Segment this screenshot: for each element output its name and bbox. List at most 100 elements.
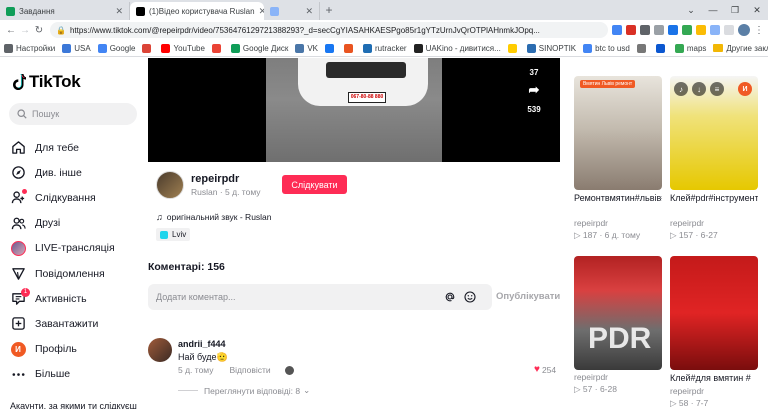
bookmark-item[interactable]: rutracker bbox=[363, 43, 407, 53]
bookmark-item[interactable]: btc to usd bbox=[583, 43, 630, 53]
commenter-avatar[interactable] bbox=[148, 338, 172, 362]
extension-icon[interactable] bbox=[626, 25, 636, 35]
publish-button[interactable]: Опублікувати bbox=[496, 291, 560, 302]
sidebar-item-profile[interactable]: И Профіль bbox=[10, 337, 115, 362]
sidebar-item-for-you[interactable]: Для тебе bbox=[10, 135, 115, 160]
video-player[interactable]: 067-80-88 880 37 ➦ 539 bbox=[148, 58, 560, 162]
follow-button[interactable]: Слідкувати bbox=[282, 175, 347, 194]
bookmark-star-icon[interactable] bbox=[654, 25, 664, 35]
sound-link[interactable]: ♫ оригінальний звук - Ruslan bbox=[156, 212, 272, 222]
live-avatar-icon bbox=[10, 240, 26, 256]
close-tab-icon[interactable]: ✕ bbox=[301, 6, 313, 17]
author-avatar[interactable] bbox=[156, 171, 184, 199]
bookmark-item[interactable]: SINOPTIK bbox=[526, 43, 576, 53]
bookmark-item[interactable]: Google Диск bbox=[230, 43, 288, 53]
tab-search-icon[interactable]: ⌄ bbox=[680, 5, 702, 16]
comment-input[interactable] bbox=[156, 292, 436, 302]
kebab-menu-icon[interactable]: ⋮ bbox=[754, 25, 764, 36]
friends-icon bbox=[10, 215, 26, 231]
other-bookmarks[interactable]: Другие закладки bbox=[713, 44, 768, 53]
close-tab-icon[interactable]: ✕ bbox=[255, 6, 264, 17]
bookmark-item[interactable]: UAKino - дивитися... bbox=[413, 43, 501, 53]
share-arrow-icon[interactable]: ➦ bbox=[524, 82, 544, 98]
related-video-card[interactable]: ♪ ↓ ≡ И Клей#pdr#інструмент# repeirpdr ▷… bbox=[670, 76, 758, 241]
bookmark-item[interactable] bbox=[636, 43, 649, 53]
browser-tab[interactable]: Завдання ✕ bbox=[0, 2, 130, 20]
close-window-icon[interactable]: ✕ bbox=[746, 5, 768, 16]
browser-tab-active[interactable]: (1)Відео користувача Ruslan ✕ bbox=[130, 2, 264, 20]
sidebar-item-more[interactable]: Більше bbox=[10, 362, 115, 387]
url-field[interactable]: 🔒 https://www.tiktok.com/@repeirpdr/vide… bbox=[50, 22, 608, 38]
share-icon[interactable]: ≡ bbox=[710, 82, 724, 96]
video-thumbnail[interactable] bbox=[670, 256, 758, 370]
bookmark-item[interactable] bbox=[655, 43, 668, 53]
related-video-author[interactable]: repeirpdr bbox=[574, 218, 662, 228]
related-video-card[interactable]: Клей#для вмятин # repeirpdr ▷ 58 · 7-7 bbox=[670, 256, 758, 409]
new-tab-button[interactable]: + bbox=[320, 2, 338, 20]
forward-icon[interactable]: → bbox=[18, 25, 32, 36]
minimize-icon[interactable]: — bbox=[702, 5, 724, 15]
reply-button[interactable]: Відповісти bbox=[230, 365, 271, 375]
extension-icon[interactable] bbox=[682, 25, 692, 35]
bookmark-item[interactable] bbox=[211, 43, 224, 53]
puzzle-icon[interactable] bbox=[710, 25, 720, 35]
comment-like[interactable]: ♥ 254 bbox=[534, 364, 556, 375]
browser-tab-bar: Завдання ✕ (1)Відео користувача Ruslan ✕… bbox=[0, 0, 768, 20]
tiktok-logo[interactable]: TikTok bbox=[12, 72, 81, 92]
bookmark-item[interactable]: Google bbox=[97, 43, 135, 53]
video-thumbnail[interactable]: Вмятин Львів ремонт bbox=[574, 76, 662, 190]
bookmark-item[interactable]: YouTube bbox=[161, 43, 205, 53]
profile-avatar: И bbox=[738, 82, 752, 96]
video-thumbnail[interactable]: PDR bbox=[574, 256, 662, 370]
bookmark-item[interactable]: USA bbox=[62, 43, 91, 53]
emoji-icon[interactable] bbox=[464, 291, 476, 303]
share-icon[interactable] bbox=[640, 25, 650, 35]
extension-icon[interactable] bbox=[668, 25, 678, 35]
related-video-author[interactable]: repeirpdr bbox=[574, 372, 662, 382]
download-icon[interactable] bbox=[612, 25, 622, 35]
profile-avatar-icon[interactable] bbox=[738, 24, 750, 36]
related-video-title[interactable]: Клей#pdr#інструмент# bbox=[670, 192, 758, 216]
search-input[interactable] bbox=[32, 109, 122, 119]
bookmark-item[interactable] bbox=[142, 43, 154, 53]
sidebar-item-live[interactable]: LIVE-трансляція bbox=[10, 236, 115, 261]
commenter-username[interactable]: andrii_f444 bbox=[178, 339, 226, 349]
related-video-card[interactable]: Вмятин Львів ремонт Ремонтвмятин#львів#p… bbox=[574, 76, 662, 241]
maximize-icon[interactable]: ❐ bbox=[724, 5, 746, 16]
video-thumbnail[interactable]: ♪ ↓ ≡ И bbox=[670, 76, 758, 190]
related-video-title[interactable]: Ремонтвмятин#львів#pdr#україна bbox=[574, 192, 662, 216]
author-username[interactable]: repeirpdr bbox=[191, 173, 261, 185]
bookmark-item[interactable]: Настройки bbox=[4, 43, 55, 53]
extension-icon[interactable] bbox=[696, 25, 706, 35]
sidebar-item-activity[interactable]: 1 Активність bbox=[10, 286, 115, 311]
sidepanel-icon[interactable] bbox=[724, 25, 734, 35]
comment-input-box[interactable] bbox=[148, 284, 492, 310]
location-tag[interactable]: Lviv bbox=[156, 228, 191, 241]
reload-icon[interactable]: ↻ bbox=[32, 25, 46, 36]
comment-time: 5 д. тому bbox=[178, 365, 214, 375]
related-video-card[interactable]: PDR repeirpdr ▷ 57 · 6-28 bbox=[574, 256, 662, 395]
download-icon[interactable]: ↓ bbox=[692, 82, 706, 96]
back-icon[interactable]: ← bbox=[4, 25, 18, 36]
related-video-author[interactable]: repeirpdr bbox=[670, 386, 758, 396]
sidebar-nav: Для тебе Див. інше Слідкування Друзі LIV… bbox=[10, 135, 115, 387]
sidebar-item-messages[interactable]: Повідомлення bbox=[10, 261, 115, 286]
bookmark-item[interactable] bbox=[344, 43, 356, 53]
related-video-author[interactable]: repeirpdr bbox=[670, 218, 758, 228]
post-date: 5 д. тому bbox=[225, 187, 261, 197]
sidebar-item-friends[interactable]: Друзі bbox=[10, 211, 115, 236]
sidebar-item-upload[interactable]: Завантажити bbox=[10, 311, 115, 336]
close-tab-icon[interactable]: ✕ bbox=[111, 6, 123, 17]
view-replies[interactable]: Переглянути відповіді: 8 ⌄ bbox=[178, 385, 310, 396]
bookmark-item[interactable]: maps bbox=[674, 43, 706, 53]
bookmark-item[interactable] bbox=[325, 43, 337, 53]
sidebar-item-explore[interactable]: Див. інше bbox=[10, 160, 115, 185]
related-video-title[interactable]: Клей#для вмятин # bbox=[670, 372, 758, 384]
search-bar[interactable] bbox=[9, 103, 137, 125]
bookmark-item[interactable] bbox=[507, 43, 520, 53]
mention-icon[interactable] bbox=[444, 291, 456, 303]
bookmark-label: USA bbox=[74, 43, 91, 53]
bookmark-item[interactable]: VK bbox=[295, 43, 318, 53]
browser-tab[interactable]: ✕ bbox=[264, 2, 320, 20]
sidebar-item-following[interactable]: Слідкування bbox=[10, 185, 115, 210]
